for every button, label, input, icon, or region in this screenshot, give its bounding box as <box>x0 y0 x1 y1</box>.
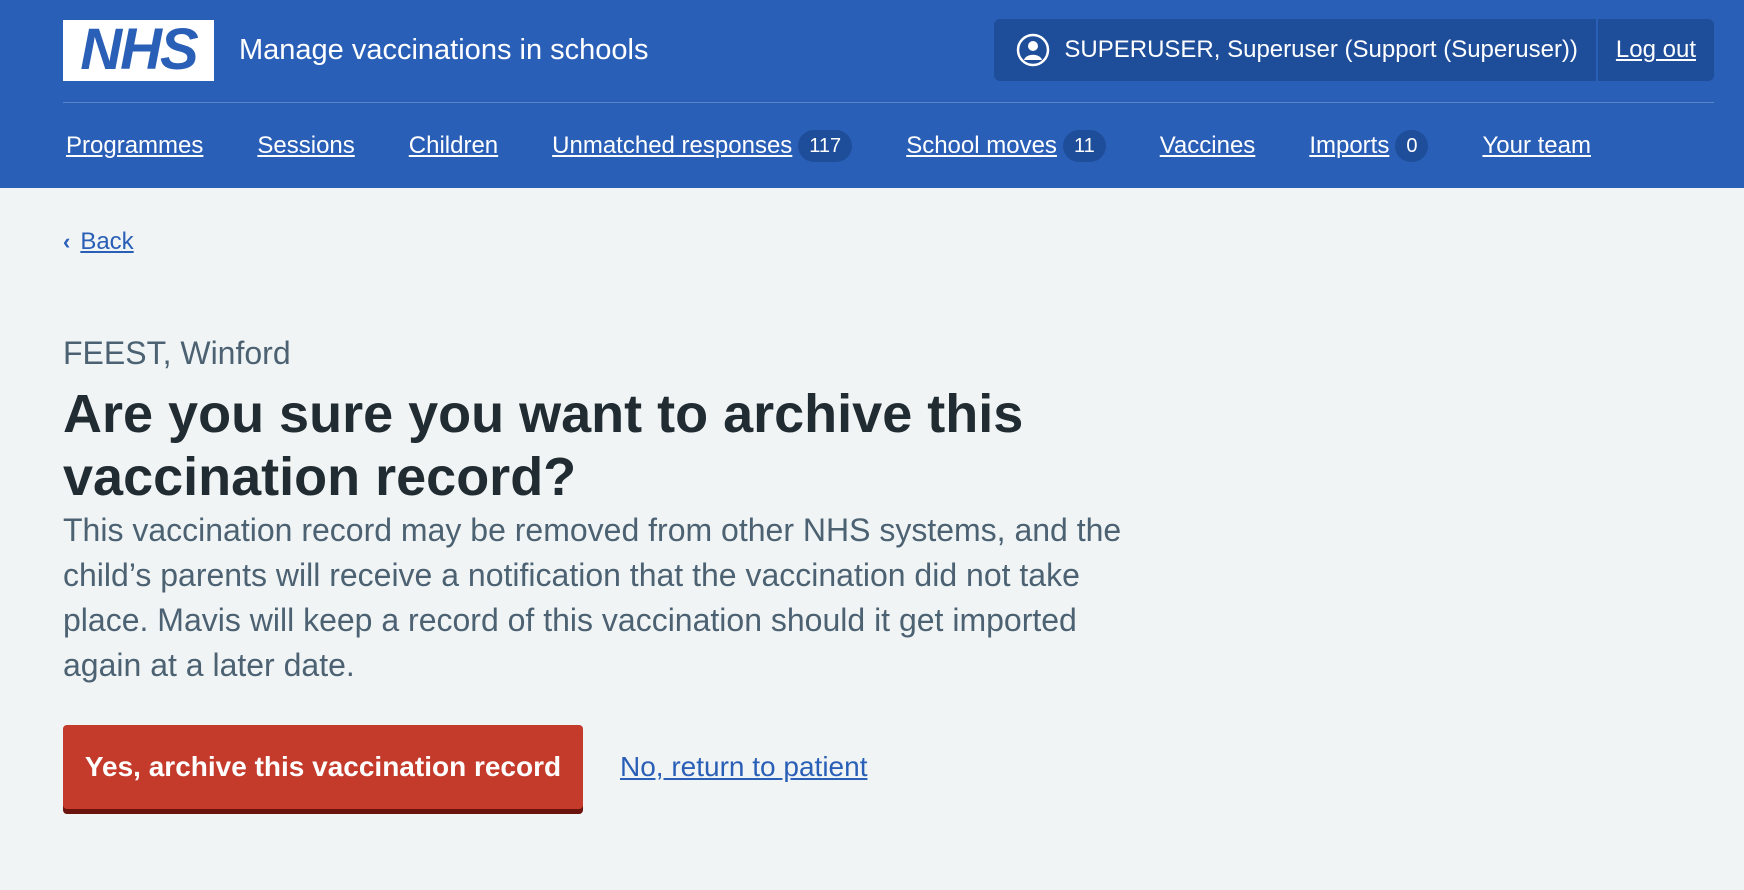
nav-item-children: Children <box>409 132 498 160</box>
nav-item-school-moves: School moves 11 <box>906 130 1106 162</box>
account-name: SUPERUSER, Superuser (Support (Superuser… <box>1064 36 1578 63</box>
unmatched-responses-count-badge: 117 <box>798 130 853 162</box>
account-divider <box>1595 19 1598 81</box>
nhs-logo-text: NHS <box>80 17 198 82</box>
header-top-bar: NHS Manage vaccinations in schools SUPER… <box>63 19 1714 81</box>
nav-link-unmatched-responses[interactable]: Unmatched responses <box>552 132 792 160</box>
back-link-container[interactable]: ‹ Back <box>63 228 134 256</box>
school-moves-count-badge: 11 <box>1062 130 1106 162</box>
logout-link[interactable]: Log out <box>1616 36 1696 64</box>
nav-item-sessions: Sessions <box>257 132 354 160</box>
nav-item-vaccines: Vaccines <box>1160 132 1256 160</box>
primary-navigation: Programmes Sessions Children Unmatched r… <box>66 126 1645 166</box>
nav-item-your-team: Your team <box>1482 132 1591 160</box>
nav-link-your-team[interactable]: Your team <box>1482 132 1591 160</box>
warning-description: This vaccination record may be removed f… <box>63 512 1122 683</box>
nav-link-imports[interactable]: Imports <box>1309 132 1389 160</box>
form-actions: Yes, archive this vaccination record No,… <box>63 725 867 809</box>
user-circle-icon <box>1017 33 1050 67</box>
nav-link-programmes[interactable]: Programmes <box>66 132 203 160</box>
service-name[interactable]: Manage vaccinations in schools <box>239 34 648 67</box>
site-header: NHS Manage vaccinations in schools SUPER… <box>0 0 1744 188</box>
page-title: Are you sure you want to archive this va… <box>63 384 1024 507</box>
nav-link-vaccines[interactable]: Vaccines <box>1160 132 1256 160</box>
archive-confirm-button[interactable]: Yes, archive this vaccination record <box>63 725 583 809</box>
imports-count-badge: 0 <box>1395 130 1429 162</box>
nav-item-programmes: Programmes <box>66 132 203 160</box>
nav-link-sessions[interactable]: Sessions <box>257 132 354 160</box>
nav-link-children[interactable]: Children <box>409 132 498 160</box>
nav-item-imports: Imports 0 <box>1309 130 1429 162</box>
return-to-patient-link[interactable]: No, return to patient <box>620 751 867 783</box>
back-link[interactable]: Back <box>80 228 133 256</box>
nav-link-school-moves[interactable]: School moves <box>906 132 1057 160</box>
account-panel: SUPERUSER, Superuser (Support (Superuser… <box>994 19 1714 81</box>
header-divider <box>63 102 1714 103</box>
patient-name-caption: FEEST, Winford <box>63 335 291 371</box>
nhs-logo[interactable]: NHS <box>63 17 214 82</box>
chevron-left-icon: ‹ <box>63 229 71 254</box>
nav-item-unmatched-responses: Unmatched responses 117 <box>552 130 853 162</box>
